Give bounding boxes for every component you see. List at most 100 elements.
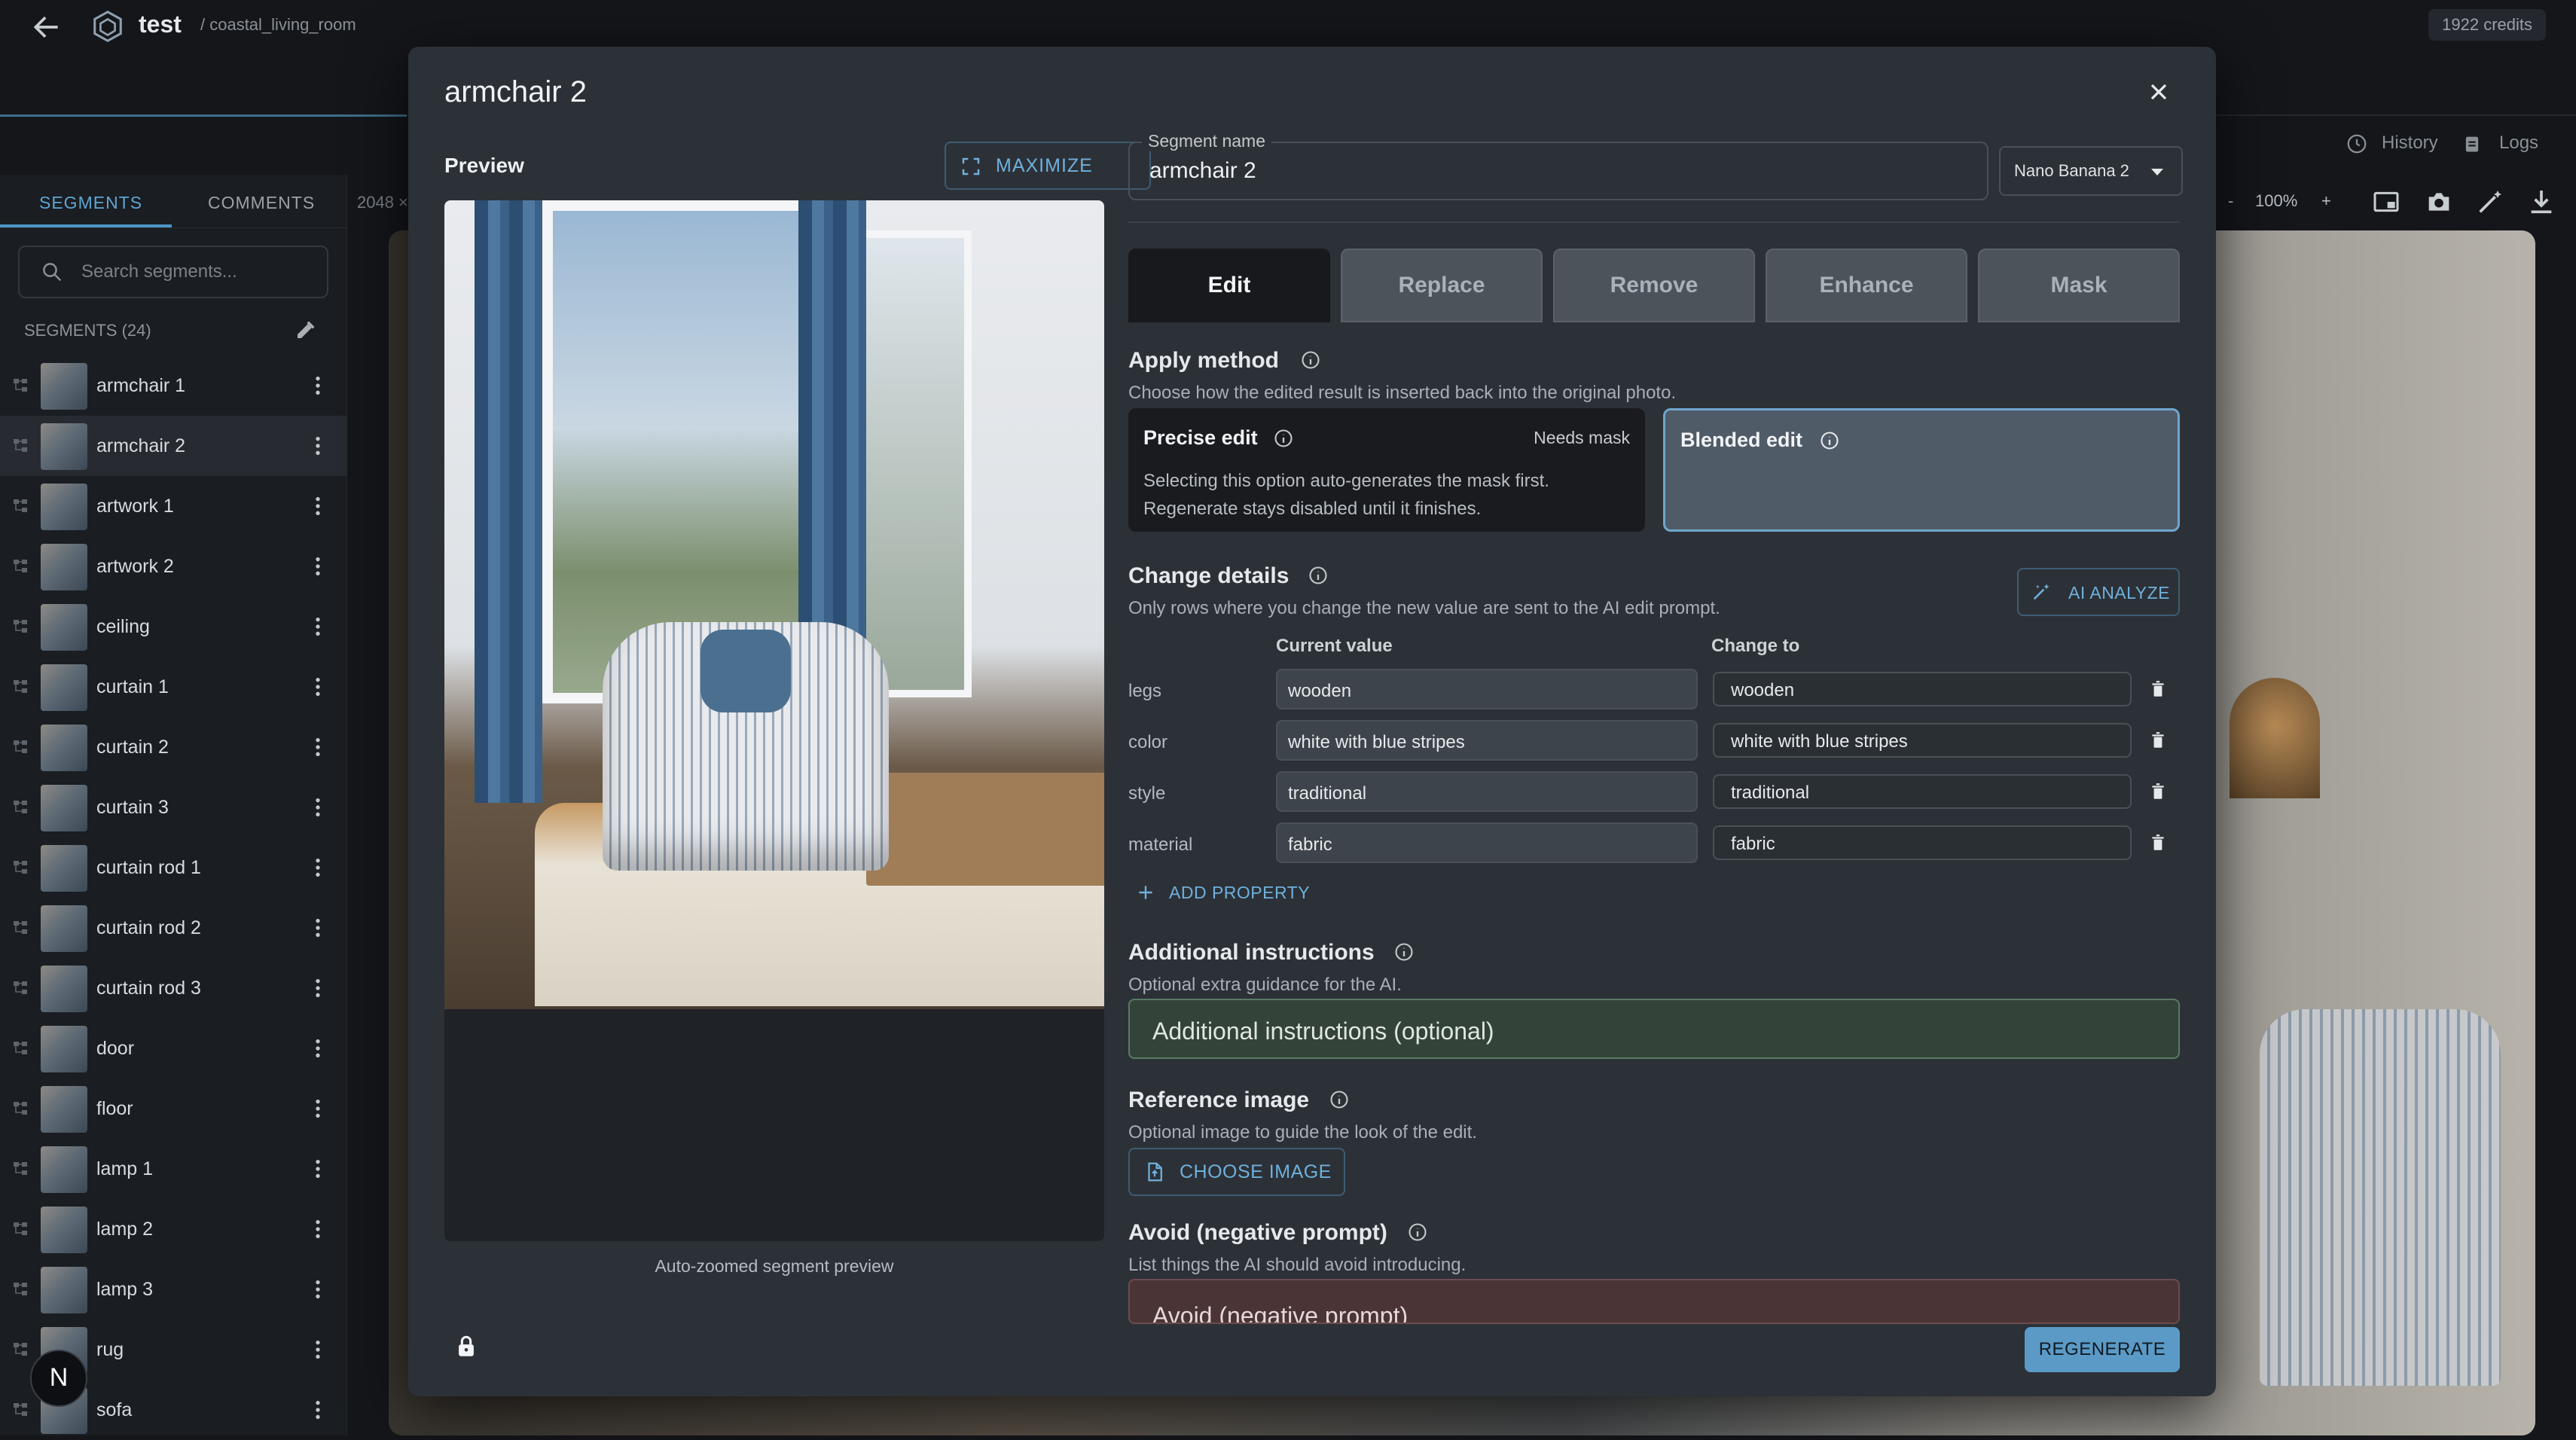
- segment-item[interactable]: curtain 1: [0, 657, 346, 717]
- segment-item[interactable]: artwork 1: [0, 476, 346, 536]
- more-vertical-icon[interactable]: [310, 1398, 325, 1422]
- info-circle-icon[interactable]: [1407, 1222, 1428, 1243]
- model-select[interactable]: Nano Banana 2: [1999, 146, 2183, 196]
- more-vertical-icon[interactable]: [310, 1217, 325, 1241]
- hierarchy-icon[interactable]: [12, 859, 30, 877]
- more-vertical-icon[interactable]: [310, 1157, 325, 1181]
- clipboard-icon[interactable]: [2462, 133, 2483, 155]
- hierarchy-icon[interactable]: [12, 979, 30, 997]
- info-circle-icon[interactable]: [1393, 941, 1415, 963]
- project-name[interactable]: test: [139, 11, 182, 38]
- hierarchy-icon[interactable]: [12, 678, 30, 696]
- info-circle-icon[interactable]: [1300, 349, 1321, 371]
- ai-analyze-button[interactable]: AI ANALYZE: [2017, 568, 2180, 616]
- segment-item[interactable]: curtain rod 2: [0, 898, 346, 958]
- more-vertical-icon[interactable]: [310, 554, 325, 578]
- more-vertical-icon[interactable]: [310, 976, 325, 1000]
- history-icon[interactable]: [2346, 133, 2368, 155]
- more-vertical-icon[interactable]: [310, 615, 325, 639]
- lock-icon[interactable]: [453, 1333, 479, 1360]
- user-avatar[interactable]: N: [30, 1350, 87, 1407]
- tab-mask[interactable]: Mask: [1978, 249, 2180, 322]
- segment-item[interactable]: door: [0, 1018, 346, 1078]
- more-vertical-icon[interactable]: [310, 916, 325, 940]
- magic-wand-icon[interactable]: [2475, 187, 2505, 217]
- hierarchy-icon[interactable]: [12, 618, 30, 636]
- hierarchy-icon[interactable]: [12, 557, 30, 575]
- download-icon[interactable]: [2526, 187, 2556, 217]
- maximize-button[interactable]: MAXIMIZE: [945, 142, 1151, 190]
- segment-item[interactable]: curtain 2: [0, 717, 346, 777]
- segment-search[interactable]: [18, 246, 328, 298]
- more-vertical-icon[interactable]: [310, 494, 325, 518]
- hierarchy-icon[interactable]: [12, 1160, 30, 1178]
- hierarchy-icon[interactable]: [12, 1100, 30, 1118]
- hierarchy-icon[interactable]: [12, 1401, 30, 1419]
- camera-icon[interactable]: [2424, 187, 2454, 217]
- regenerate-button[interactable]: REGENERATE: [2025, 1327, 2180, 1372]
- segment-item[interactable]: armchair 2: [0, 416, 346, 476]
- avoid-input[interactable]: [1151, 1300, 2133, 1323]
- info-circle-icon[interactable]: [1273, 428, 1294, 449]
- segment-item[interactable]: lamp 1: [0, 1139, 346, 1199]
- segment-item[interactable]: curtain 3: [0, 777, 346, 837]
- segment-item[interactable]: artwork 2: [0, 536, 346, 596]
- hierarchy-icon[interactable]: [12, 798, 30, 816]
- change-to-field[interactable]: [1713, 672, 2132, 706]
- zoom-out[interactable]: -: [2228, 191, 2233, 211]
- change-to-input[interactable]: [1729, 731, 2109, 753]
- compare-icon[interactable]: [2371, 187, 2401, 217]
- segment-item[interactable]: armchair 1: [0, 355, 346, 416]
- history-link[interactable]: History: [2382, 133, 2438, 154]
- change-to-input[interactable]: [1729, 679, 2109, 702]
- tab-enhance[interactable]: Enhance: [1766, 249, 1967, 322]
- segment-item[interactable]: curtain rod 1: [0, 837, 346, 898]
- segment-item[interactable]: curtain rod 3: [0, 958, 346, 1018]
- more-vertical-icon[interactable]: [310, 675, 325, 699]
- segment-name-input[interactable]: [1148, 155, 1964, 187]
- additional-instructions-field[interactable]: [1128, 999, 2180, 1059]
- more-vertical-icon[interactable]: [310, 1277, 325, 1301]
- edit-segments-icon[interactable]: [294, 319, 316, 342]
- more-vertical-icon[interactable]: [310, 1036, 325, 1060]
- hierarchy-icon[interactable]: [12, 1341, 30, 1359]
- hierarchy-icon[interactable]: [12, 1280, 30, 1298]
- segment-item[interactable]: lamp 3: [0, 1259, 346, 1319]
- more-vertical-icon[interactable]: [310, 795, 325, 819]
- hierarchy-icon[interactable]: [12, 1039, 30, 1057]
- precise-edit-option[interactable]: Precise edit Needs mask Selecting this o…: [1128, 408, 1645, 532]
- tab-segments[interactable]: SEGMENTS: [39, 193, 142, 213]
- segment-item[interactable]: lamp 2: [0, 1199, 346, 1259]
- back-arrow-icon[interactable]: [30, 11, 63, 44]
- avoid-field[interactable]: [1128, 1279, 2180, 1324]
- change-to-input[interactable]: [1729, 833, 2109, 856]
- tab-replace[interactable]: Replace: [1341, 249, 1543, 322]
- change-to-input[interactable]: [1729, 782, 2109, 804]
- more-vertical-icon[interactable]: [310, 856, 325, 880]
- more-vertical-icon[interactable]: [310, 1097, 325, 1121]
- segment-item[interactable]: floor: [0, 1078, 346, 1139]
- trash-icon[interactable]: [2150, 833, 2166, 853]
- change-to-field[interactable]: [1713, 723, 2132, 758]
- change-to-field[interactable]: [1713, 825, 2132, 860]
- logs-link[interactable]: Logs: [2499, 133, 2538, 154]
- choose-image-button[interactable]: CHOOSE IMAGE: [1128, 1148, 1345, 1196]
- more-vertical-icon[interactable]: [310, 374, 325, 398]
- hierarchy-icon[interactable]: [12, 1220, 30, 1238]
- hierarchy-icon[interactable]: [12, 497, 30, 515]
- blended-edit-option[interactable]: Blended edit: [1663, 408, 2180, 532]
- hierarchy-icon[interactable]: [12, 738, 30, 756]
- tab-remove[interactable]: Remove: [1553, 249, 1755, 322]
- hierarchy-icon[interactable]: [12, 377, 30, 395]
- info-circle-icon[interactable]: [1308, 565, 1329, 586]
- info-circle-icon[interactable]: [1819, 430, 1840, 451]
- tab-comments[interactable]: COMMENTS: [208, 193, 315, 213]
- hierarchy-icon[interactable]: [12, 919, 30, 937]
- zoom-in[interactable]: +: [2321, 191, 2331, 211]
- hierarchy-icon[interactable]: [12, 437, 30, 455]
- trash-icon[interactable]: [2150, 731, 2166, 750]
- more-vertical-icon[interactable]: [310, 1338, 325, 1362]
- segment-name-field[interactable]: Segment name: [1128, 131, 1988, 200]
- additional-instructions-input[interactable]: [1151, 1015, 2133, 1047]
- segment-item[interactable]: ceiling: [0, 596, 346, 657]
